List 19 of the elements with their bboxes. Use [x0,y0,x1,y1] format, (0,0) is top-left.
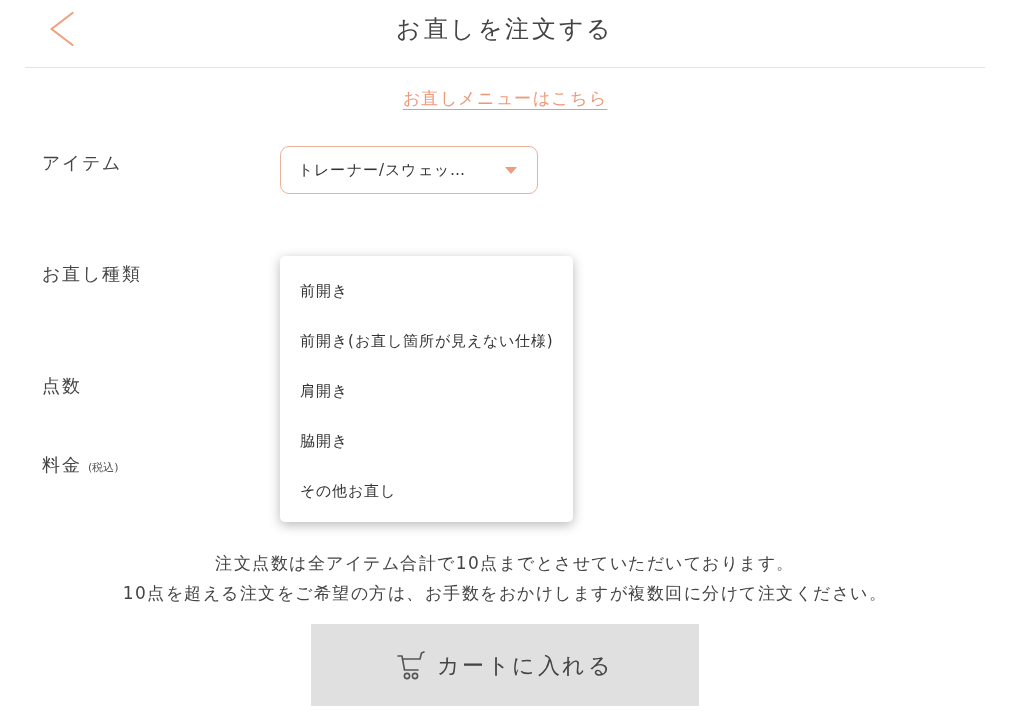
menu-option[interactable]: その他お直し [280,466,573,516]
field-label: アイテム [42,151,122,175]
menu-option[interactable]: 脇開き [280,416,573,466]
back-button[interactable] [48,10,76,48]
caret-icon [505,166,517,174]
page-title: お直しを注文する [395,14,615,45]
item-select[interactable]: トレーナー/スウェッ… [280,146,538,194]
menu-option[interactable]: 前開き(お直し箇所が見えない仕様) [280,316,573,366]
chevron-left-icon [50,12,74,46]
field-label: 点数 [42,374,82,398]
notice-text: 注文点数は全アイテム合計で10点までとさせていただいております。 [214,552,796,575]
field-label: 料金 [42,453,82,477]
cart-icon [396,650,425,680]
field-label: お直し種類 [42,262,142,286]
menu-option[interactable]: 前開き [280,266,573,316]
menu-option[interactable]: 肩開き [280,366,573,416]
add-to-cart-button[interactable]: カートに入れる [311,624,699,706]
tax-note: (税込) [88,460,119,476]
notice-text: 10点を超える注文をご希望の方は、お手数をおかけしますが複数回に分けて注文ください。 [121,582,889,605]
